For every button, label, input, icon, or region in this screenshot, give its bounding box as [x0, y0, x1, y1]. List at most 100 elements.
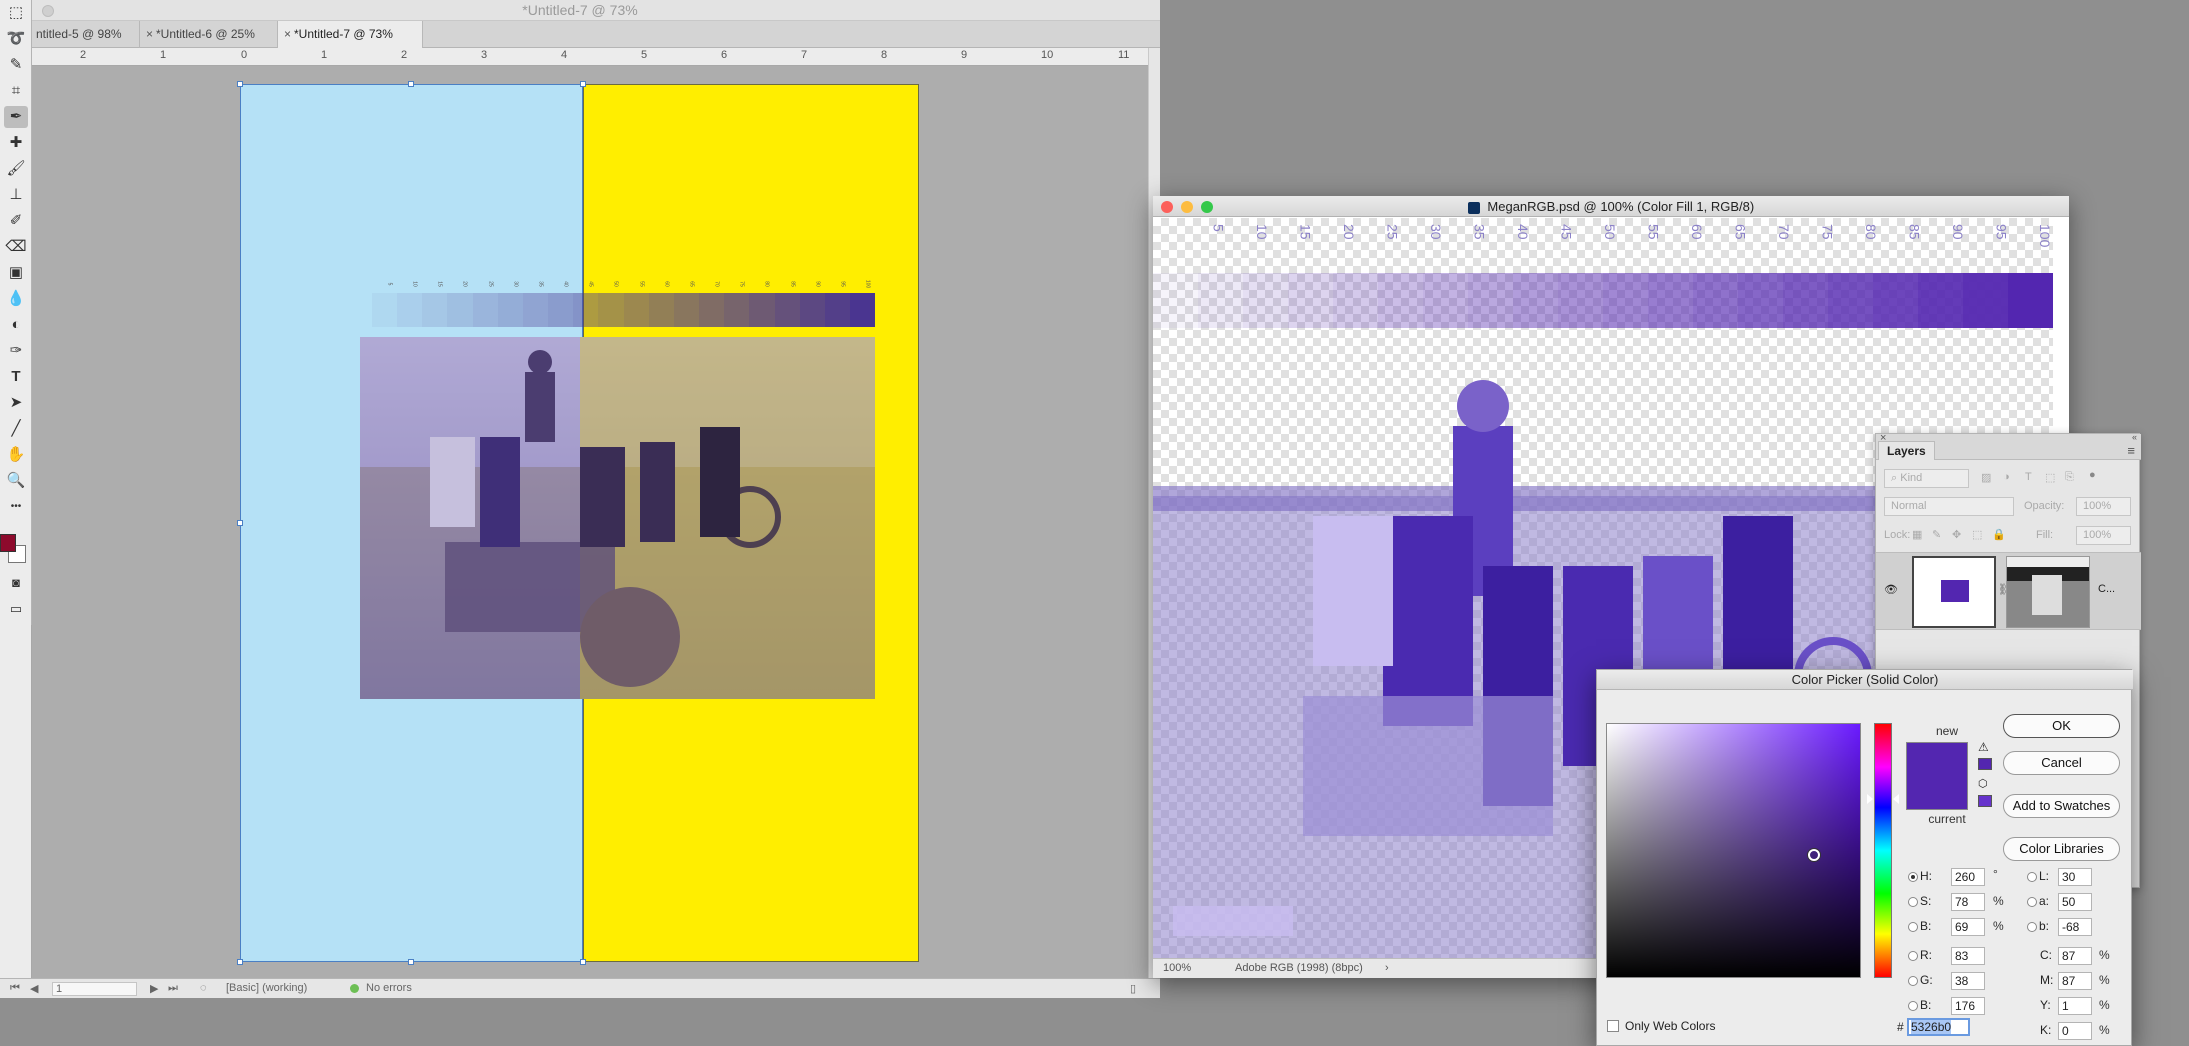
healing-icon[interactable]: ✚ — [4, 132, 28, 154]
blend-mode-select[interactable]: Normal — [1884, 497, 2014, 516]
preflight-icon[interactable]: ◌ — [200, 982, 207, 994]
hue-field[interactable]: 260 — [1951, 868, 1985, 886]
color-libraries-button[interactable]: Color Libraries — [2003, 837, 2120, 861]
hand-icon[interactable]: ✋ — [4, 444, 28, 466]
preflight-status[interactable]: No errors — [366, 982, 412, 994]
minimize-window-button[interactable] — [1181, 201, 1193, 213]
b-channel-radio[interactable] — [2027, 922, 2037, 932]
transform-handle[interactable] — [580, 81, 586, 87]
hue-slider-handle[interactable] — [1867, 794, 1873, 804]
fill-field[interactable]: 100% — [2076, 526, 2131, 545]
transform-handle[interactable] — [237, 520, 243, 526]
transform-handle[interactable] — [580, 959, 586, 965]
red-field[interactable]: 83 — [1951, 947, 1985, 965]
web-safe-color-swatch[interactable] — [1978, 795, 1992, 807]
layer-name[interactable]: C... — [2098, 583, 2115, 595]
lock-transparent-icon[interactable]: ▦ — [1912, 528, 1922, 541]
lock-image-icon[interactable]: ✎ — [1932, 528, 1941, 541]
crop-icon[interactable]: ⌗ — [4, 80, 28, 102]
transform-handle[interactable] — [237, 81, 243, 87]
panel-toggle-icon[interactable]: ▯ — [1130, 982, 1136, 995]
marquee-icon[interactable]: ⬚ — [4, 2, 28, 24]
lasso-icon[interactable]: ➰ — [4, 28, 28, 50]
ok-button[interactable]: OK — [2003, 714, 2120, 738]
last-page-icon[interactable]: ⏭ — [168, 982, 178, 995]
green-field[interactable]: 38 — [1951, 972, 1985, 990]
brightness-field[interactable]: 69 — [1951, 918, 1985, 936]
eyedropper-icon[interactable]: ✒ — [4, 106, 28, 128]
a-channel-radio[interactable] — [2027, 897, 2037, 907]
filter-type-icon[interactable]: T — [2025, 471, 2032, 483]
filter-shape-icon[interactable]: ⬚ — [2045, 471, 2055, 484]
a-channel-field[interactable]: 50 — [2058, 893, 2092, 911]
saturation-field[interactable]: 78 — [1951, 893, 1985, 911]
close-tab-icon[interactable]: × — [146, 21, 153, 48]
add-to-swatches-button[interactable]: Add to Swatches — [2003, 794, 2120, 818]
lock-artboard-icon[interactable]: ⬚ — [1972, 528, 1982, 541]
filter-adjustment-icon[interactable]: ◑ — [2003, 471, 2010, 483]
hue-radio[interactable] — [1908, 872, 1918, 882]
zoom-window-button[interactable] — [1201, 201, 1213, 213]
path-select-icon[interactable]: ➤ — [4, 392, 28, 414]
magenta-field[interactable]: 87 — [2058, 972, 2092, 990]
opacity-field[interactable]: 100% — [2076, 497, 2131, 516]
cancel-button[interactable]: Cancel — [2003, 751, 2120, 775]
collapse-panel-icon[interactable]: « — [2132, 432, 2137, 442]
preflight-profile[interactable]: [Basic] (working) — [226, 982, 307, 994]
blue-radio[interactable] — [1908, 1001, 1918, 1011]
window-close-button[interactable] — [42, 5, 54, 17]
filter-pixel-icon[interactable]: ▨ — [1981, 471, 1991, 484]
pen-icon[interactable]: ✑ — [4, 340, 28, 362]
lightness-radio[interactable] — [2027, 872, 2037, 882]
layer-mask-thumbnail[interactable] — [2006, 556, 2090, 628]
quick-mask-icon[interactable]: ◙ — [4, 572, 28, 594]
blue-field[interactable]: 176 — [1951, 997, 1985, 1015]
transform-handle[interactable] — [408, 81, 414, 87]
out-of-gamut-warning-icon[interactable]: ⚠ — [1978, 740, 1989, 754]
more-icon[interactable]: ••• — [4, 496, 28, 518]
color-cursor[interactable] — [1808, 849, 1820, 861]
transform-handle[interactable] — [237, 959, 243, 965]
black-field[interactable]: 0 — [2058, 1022, 2092, 1040]
saturation-radio[interactable] — [1908, 897, 1918, 907]
zoom-level[interactable]: 100% — [1163, 962, 1191, 974]
red-radio[interactable] — [1908, 951, 1918, 961]
lightness-field[interactable]: 30 — [2058, 868, 2092, 886]
next-page-icon[interactable]: ▶ — [150, 982, 158, 995]
first-page-icon[interactable]: ⏮ — [10, 982, 20, 995]
filter-toggle-icon[interactable]: ● — [2089, 469, 2096, 481]
stamp-icon[interactable]: ⊥ — [4, 184, 28, 206]
transform-handle[interactable] — [408, 959, 414, 965]
eraser-icon[interactable]: ⌫ — [4, 236, 28, 258]
cyan-field[interactable]: 87 — [2058, 947, 2092, 965]
zoom-icon[interactable]: 🔍 — [4, 470, 28, 492]
yellow-field[interactable]: 1 — [2058, 997, 2092, 1015]
layer-filter-kind[interactable]: ⌕ Kind — [1884, 469, 1969, 488]
only-web-colors-checkbox[interactable] — [1607, 1020, 1619, 1032]
history-brush-icon[interactable]: ✐ — [4, 210, 28, 232]
gradient-icon[interactable]: ▣ — [4, 262, 28, 284]
page-number-field[interactable]: 1 — [52, 982, 137, 996]
web-safe-warning-icon[interactable]: ⬡ — [1978, 777, 1988, 790]
lock-position-icon[interactable]: ✥ — [1952, 528, 1961, 541]
prev-page-icon[interactable]: ◀ — [30, 982, 38, 995]
foreground-color-swatch[interactable] — [0, 534, 16, 552]
close-window-button[interactable] — [1161, 201, 1173, 213]
screen-mode-icon[interactable]: ▭ — [4, 598, 28, 620]
lock-all-icon[interactable]: 🔒 — [1992, 528, 2006, 541]
blur-icon[interactable]: 💧 — [4, 288, 28, 310]
tab-untitled-7[interactable]: × *Untitled-7 @ 73% — [278, 21, 423, 48]
saturation-brightness-field[interactable] — [1606, 723, 1861, 978]
tab-layers[interactable]: Layers — [1878, 441, 1935, 460]
quick-select-icon[interactable]: ✎ — [4, 54, 28, 76]
status-menu-arrow[interactable]: › — [1385, 962, 1389, 974]
filter-smart-icon[interactable]: ⎘ — [2065, 471, 2074, 484]
hue-slider-handle[interactable] — [1893, 794, 1899, 804]
type-icon[interactable]: T — [4, 366, 28, 388]
hex-color-field[interactable]: 5326b0 — [1907, 1018, 1970, 1036]
brightness-radio[interactable] — [1908, 922, 1918, 932]
visibility-eye-icon[interactable]: 👁 — [1884, 583, 1898, 596]
document-profile[interactable]: Adobe RGB (1998) (8bpc) — [1235, 962, 1363, 974]
brush-icon[interactable]: 🖌 — [4, 158, 28, 180]
gamut-color-swatch[interactable] — [1978, 758, 1992, 770]
